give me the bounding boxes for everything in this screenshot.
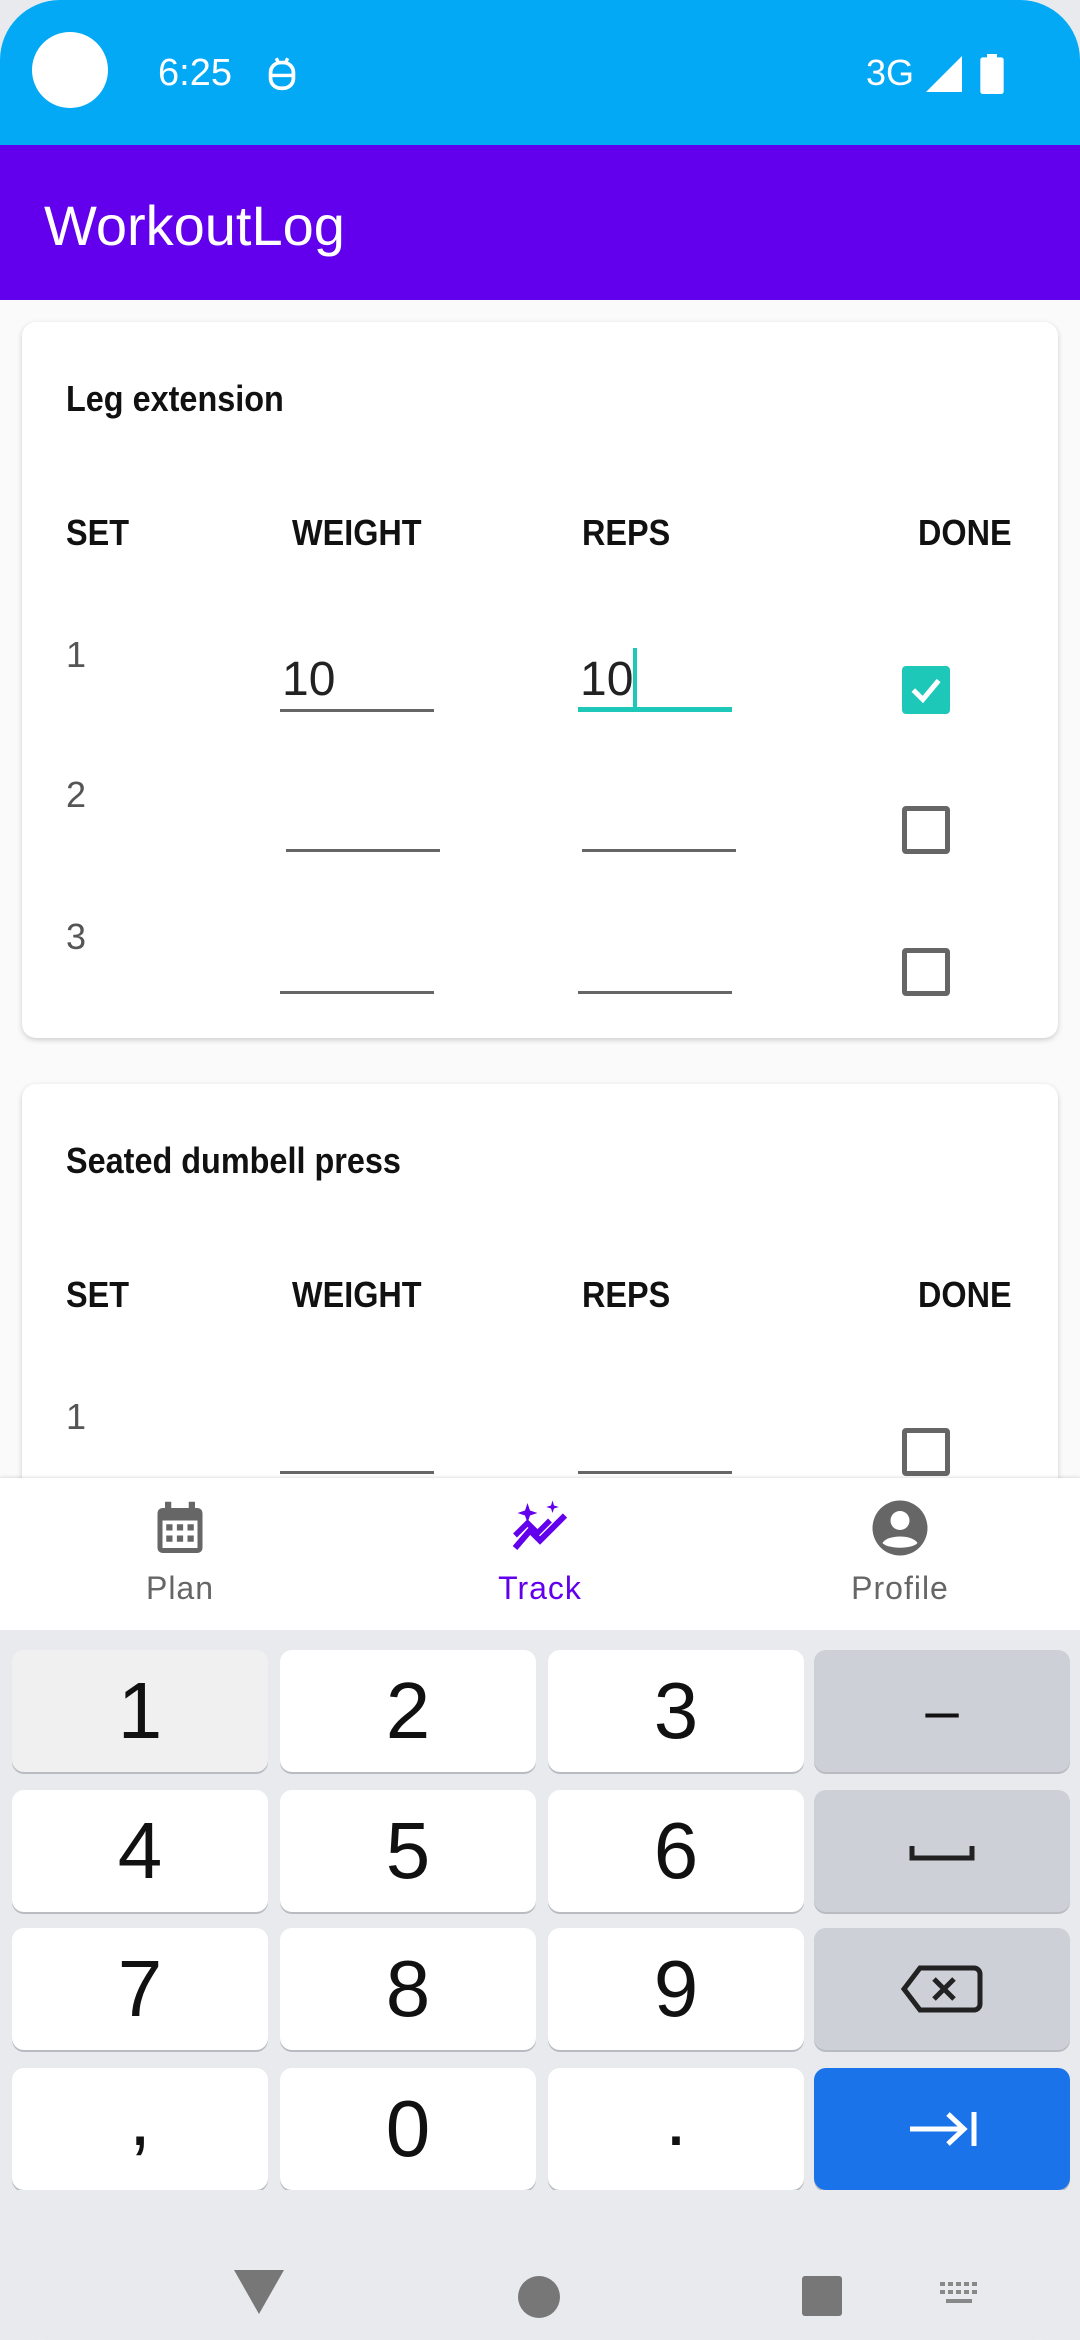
key-6[interactable]: 6 [548,1790,804,1912]
keyboard-switch-icon[interactable] [938,2280,984,2310]
column-header-set: SET [66,1274,130,1315]
notification-icon [268,57,296,91]
nav-label-track: Track [498,1570,582,1606]
key-0[interactable]: 0 [280,2068,536,2190]
set-number: 1 [66,1396,87,1437]
status-bar: 6:25 3G [0,0,1080,145]
exercise-card: Seated dumbell press SET WEIGHT REPS DON… [22,1084,1058,1478]
status-time: 6:25 [158,52,232,94]
next-icon [910,2112,977,2146]
key-5[interactable]: 5 [280,1790,536,1912]
key-1[interactable]: 1 [12,1650,268,1772]
reps-input[interactable] [578,932,732,994]
key-minus[interactable]: – [814,1650,1070,1772]
exercise-title: Leg extension [66,378,284,419]
app-title: WorkoutLog [44,194,345,257]
system-navigation-bar [0,2190,1080,2340]
network-type: 3G [866,52,915,93]
camera-cutout [32,32,108,108]
check-icon [911,678,941,704]
key-7[interactable]: 7 [12,1928,268,2050]
key-backspace[interactable] [814,1928,1070,2050]
back-triangle-icon[interactable] [234,2270,284,2316]
done-checkbox[interactable] [902,1428,950,1476]
done-checkbox[interactable] [902,948,950,996]
nav-label-plan: Plan [145,1570,215,1606]
key-space[interactable] [814,1790,1070,1912]
backspace-icon [900,1965,983,2013]
column-header-weight: WEIGHT [292,1274,422,1315]
app-bar: WorkoutLog [0,145,1080,300]
workout-list[interactable]: Leg extension SET WEIGHT REPS DONE 1 10 … [0,300,1080,1478]
reps-input[interactable] [578,1412,732,1474]
set-number: 2 [66,774,87,815]
set-number: 3 [66,916,87,957]
key-period[interactable]: . [548,2068,804,2190]
key-next[interactable] [814,2068,1070,2190]
done-checkbox[interactable] [902,806,950,854]
weight-input[interactable]: 10 [280,650,434,712]
app-screen: 6:25 3G WorkoutLog Leg extension SET WEI… [0,0,1080,2340]
column-header-reps: REPS [582,512,671,553]
numeric-keyboard: 1 2 3 – 4 5 6 7 8 9 , 0 . [0,1630,1080,2190]
nav-item-plan[interactable]: Plan [0,1478,360,1630]
nav-item-profile[interactable]: Profile [720,1478,1080,1630]
reps-input[interactable] [582,790,736,852]
key-2[interactable]: 2 [280,1650,536,1772]
weight-input[interactable] [286,790,440,852]
column-header-reps: REPS [582,1274,671,1315]
signal-icon [926,56,962,92]
nav-label-profile: Profile [851,1570,949,1606]
key-8[interactable]: 8 [280,1928,536,2050]
nav-item-track[interactable]: Track [360,1478,720,1630]
weight-input[interactable] [280,932,434,994]
key-4[interactable]: 4 [12,1790,268,1912]
home-circle-icon[interactable] [518,2276,560,2318]
battery-icon [980,54,1004,94]
calendar-icon [157,1501,203,1553]
column-header-set: SET [66,512,130,553]
reps-input-value: 10 [580,653,634,706]
recents-square-icon[interactable] [802,2276,842,2316]
done-checkbox[interactable] [902,666,950,714]
key-comma[interactable]: , [12,2068,268,2190]
reps-input[interactable]: 10 [578,648,732,712]
weight-input[interactable] [280,1412,434,1474]
column-header-done: DONE [918,1274,1012,1315]
account-circle-icon [872,1500,928,1556]
set-number: 1 [66,634,87,675]
exercise-title: Seated dumbell press [66,1140,401,1181]
space-icon [909,1846,975,1861]
column-header-done: DONE [918,512,1012,553]
column-header-weight: WEIGHT [292,512,422,553]
sparkle-chart-icon [512,1500,568,1550]
exercise-card: Leg extension SET WEIGHT REPS DONE 1 10 … [22,322,1058,1038]
bottom-navigation: Plan Track Profile [0,1478,1080,1630]
key-3[interactable]: 3 [548,1650,804,1772]
text-cursor [633,648,638,712]
key-9[interactable]: 9 [548,1928,804,2050]
